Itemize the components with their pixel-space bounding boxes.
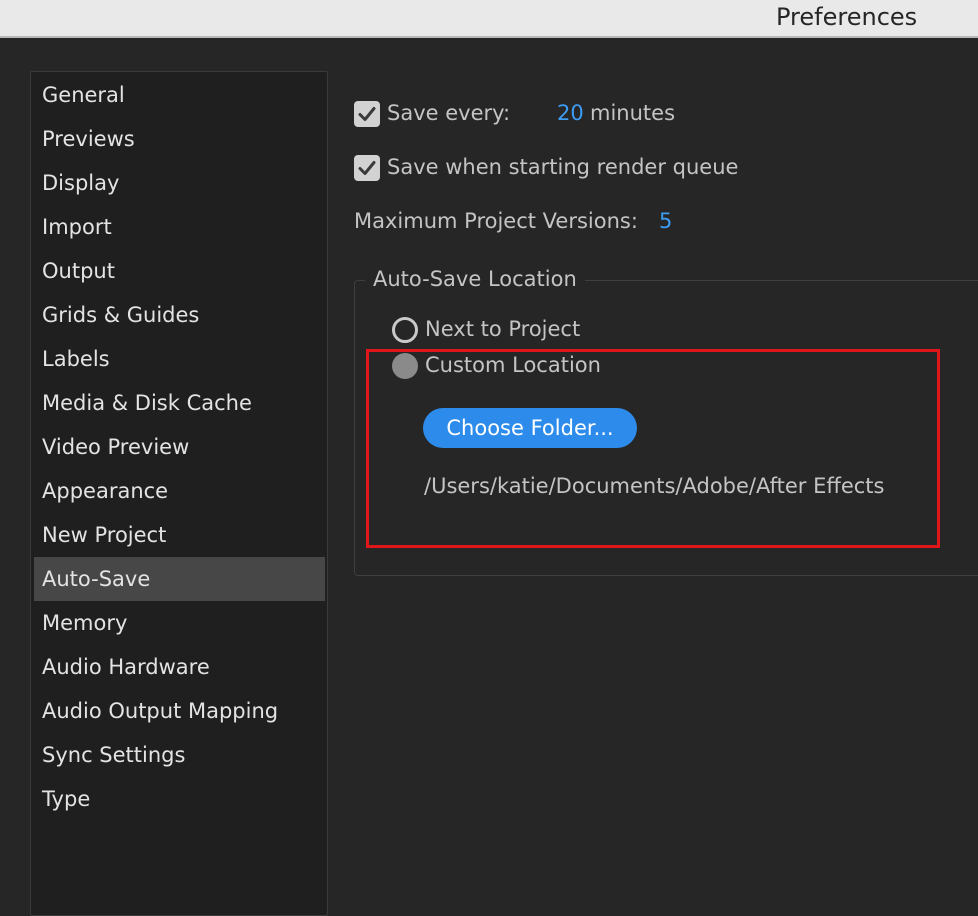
save-every-minutes-value[interactable]: 20 — [557, 101, 584, 125]
sidebar-item-audio-output-mapping[interactable]: Audio Output Mapping — [34, 689, 325, 733]
sidebar-item-new-project[interactable]: New Project — [34, 513, 325, 557]
highlight-box — [366, 349, 940, 548]
save-render-queue-checkbox[interactable] — [354, 155, 380, 181]
next-to-project-radio[interactable] — [392, 317, 418, 343]
max-versions-value[interactable]: 5 — [659, 209, 672, 233]
sidebar-item-appearance[interactable]: Appearance — [34, 469, 325, 513]
checkmark-icon — [358, 161, 376, 175]
next-to-project-label[interactable]: Next to Project — [425, 317, 580, 341]
sidebar-item-labels[interactable]: Labels — [34, 337, 325, 381]
sidebar-item-memory[interactable]: Memory — [34, 601, 325, 645]
sidebar-item-import[interactable]: Import — [34, 205, 325, 249]
save-every-unit: minutes — [590, 101, 676, 125]
sidebar-item-display[interactable]: Display — [34, 161, 325, 205]
save-every-label: Save every: — [387, 101, 511, 125]
sidebar-item-auto-save[interactable]: Auto-Save — [34, 557, 325, 601]
window-title: Preferences — [776, 3, 918, 31]
sidebar-item-media-disk-cache[interactable]: Media & Disk Cache — [34, 381, 325, 425]
max-versions-label: Maximum Project Versions: — [354, 209, 638, 233]
sidebar-item-sync-settings[interactable]: Sync Settings — [34, 733, 325, 777]
save-render-queue-label: Save when starting render queue — [387, 155, 739, 179]
sidebar-item-video-preview[interactable]: Video Preview — [34, 425, 325, 469]
sidebar-item-type[interactable]: Type — [34, 777, 325, 821]
preferences-sidebar: General Previews Display Import Output G… — [30, 71, 328, 916]
sidebar-item-general[interactable]: General — [34, 73, 325, 117]
save-every-checkbox[interactable] — [354, 101, 380, 127]
title-bar: Preferences — [0, 0, 978, 38]
sidebar-item-previews[interactable]: Previews — [34, 117, 325, 161]
auto-save-location-legend: Auto-Save Location — [365, 267, 585, 291]
sidebar-item-grids-guides[interactable]: Grids & Guides — [34, 293, 325, 337]
sidebar-item-output[interactable]: Output — [34, 249, 325, 293]
sidebar-item-audio-hardware[interactable]: Audio Hardware — [34, 645, 325, 689]
checkmark-icon — [358, 107, 376, 121]
